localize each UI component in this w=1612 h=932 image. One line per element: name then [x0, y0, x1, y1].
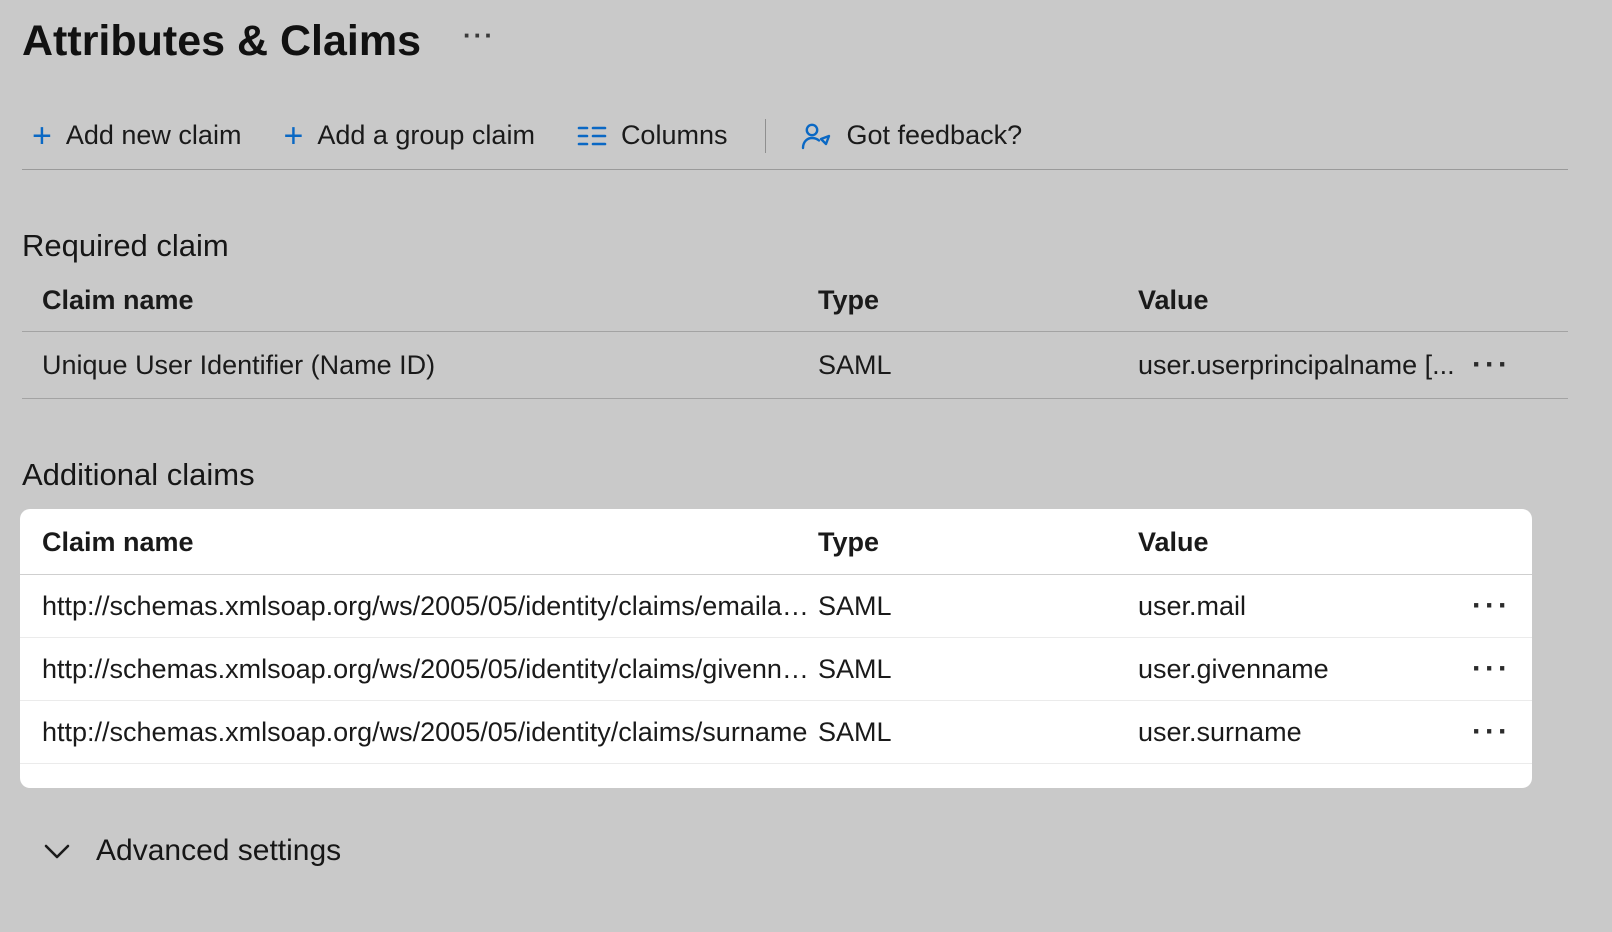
- add-new-claim-label: Add new claim: [66, 120, 242, 151]
- required-claim-table: Claim name Type Value Unique User Identi…: [22, 270, 1568, 399]
- row-more-options-icon[interactable]: ···: [1464, 592, 1519, 620]
- row-more-options-icon[interactable]: ···: [1464, 351, 1519, 379]
- type-cell: SAML: [818, 350, 1138, 381]
- plus-icon: +: [32, 122, 52, 150]
- claim-name-cell[interactable]: http://schemas.xmlsoap.org/ws/2005/05/id…: [20, 717, 818, 748]
- column-header-value[interactable]: Value: [1138, 527, 1464, 558]
- table-row[interactable]: http://schemas.xmlsoap.org/ws/2005/05/id…: [20, 638, 1532, 701]
- feedback-person-icon: [800, 121, 832, 151]
- table-row[interactable]: http://schemas.xmlsoap.org/ws/2005/05/id…: [20, 701, 1532, 764]
- command-toolbar: + Add new claim + Add a group claim: [22, 108, 1568, 170]
- attributes-claims-page: Attributes & Claims ··· + Add new claim …: [0, 0, 1612, 932]
- add-group-claim-button[interactable]: + Add a group claim: [273, 114, 544, 157]
- page-header: Attributes & Claims ···: [0, 0, 1612, 70]
- column-header-type[interactable]: Type: [818, 285, 1138, 316]
- got-feedback-button[interactable]: Got feedback?: [790, 114, 1032, 157]
- claim-name-cell[interactable]: http://schemas.xmlsoap.org/ws/2005/05/id…: [20, 591, 818, 622]
- add-group-claim-label: Add a group claim: [317, 120, 535, 151]
- advanced-settings-label: Advanced settings: [96, 834, 341, 868]
- type-cell: SAML: [818, 654, 1138, 685]
- claim-name-cell[interactable]: http://schemas.xmlsoap.org/ws/2005/05/id…: [20, 654, 818, 685]
- row-more-options-icon[interactable]: ···: [1464, 718, 1519, 746]
- required-claim-heading: Required claim: [22, 228, 1612, 264]
- page-context-menu-icon[interactable]: ···: [463, 20, 495, 51]
- table-row[interactable]: Unique User Identifier (Name ID) SAML us…: [22, 332, 1568, 399]
- required-claim-header-row: Claim name Type Value: [22, 270, 1568, 332]
- chevron-down-icon: [42, 841, 72, 861]
- value-cell: user.userprincipalname [...: [1138, 350, 1464, 381]
- claim-name-cell[interactable]: Unique User Identifier (Name ID): [22, 350, 818, 381]
- column-header-value[interactable]: Value: [1138, 285, 1464, 316]
- page-title: Attributes & Claims: [22, 12, 421, 70]
- add-new-claim-button[interactable]: + Add new claim: [22, 114, 251, 157]
- value-cell: user.mail: [1138, 591, 1464, 622]
- columns-label: Columns: [621, 120, 728, 151]
- value-cell: user.givenname: [1138, 654, 1464, 685]
- column-header-type[interactable]: Type: [818, 527, 1138, 558]
- columns-button[interactable]: Columns: [567, 114, 738, 157]
- column-header-claim-name[interactable]: Claim name: [20, 527, 818, 558]
- type-cell: SAML: [818, 717, 1138, 748]
- additional-claims-heading: Additional claims: [22, 457, 1612, 493]
- advanced-settings-expander[interactable]: Advanced settings: [42, 834, 341, 868]
- type-cell: SAML: [818, 591, 1138, 622]
- plus-icon: +: [283, 122, 303, 150]
- toolbar-divider: [765, 119, 766, 153]
- got-feedback-label: Got feedback?: [846, 120, 1022, 151]
- row-more-options-icon[interactable]: ···: [1464, 655, 1519, 683]
- value-cell: user.surname: [1138, 717, 1464, 748]
- additional-claims-table: Claim name Type Value http://schemas.xml…: [20, 509, 1532, 788]
- table-row[interactable]: http://schemas.xmlsoap.org/ws/2005/05/id…: [20, 575, 1532, 638]
- column-header-claim-name[interactable]: Claim name: [22, 285, 818, 316]
- additional-claims-header-row: Claim name Type Value: [20, 511, 1532, 575]
- columns-icon: [577, 123, 607, 149]
